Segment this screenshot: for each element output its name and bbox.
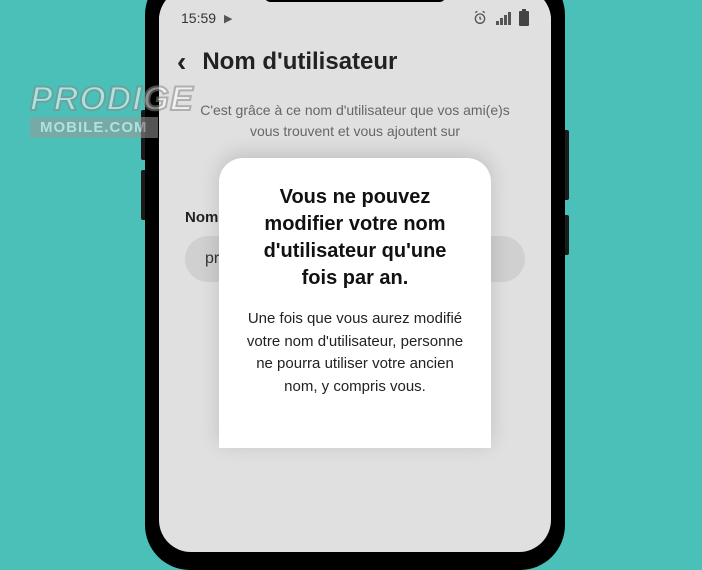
status-time: 15:59 (181, 10, 216, 26)
watermark-brand: PRODIGE (30, 80, 194, 119)
play-store-icon: ▶ (224, 12, 232, 25)
page-title: Nom d'utilisateur (202, 48, 397, 76)
modal-title: Vous ne pouvez modifier votre nom d'util… (245, 184, 465, 292)
signal-icon (496, 12, 511, 25)
phone-notch (265, 0, 445, 2)
info-line-1: C'est grâce à ce nom d'utilisateur que v… (185, 100, 525, 142)
power-button (565, 130, 569, 200)
battery-icon (519, 11, 529, 26)
watermark: PRODIGE MOBILE.COM (30, 80, 194, 138)
modal-body: Une fois que vous aurez modifié votre no… (245, 308, 465, 398)
phone-frame: 15:59 ▶ ‹ Nom d'utilisateur C'est grâce (145, 0, 565, 570)
back-button[interactable]: ‹ (177, 46, 186, 78)
volume-down-button (141, 170, 145, 220)
status-bar: 15:59 ▶ (159, 0, 551, 34)
watermark-domain: MOBILE.COM (30, 117, 158, 138)
alarm-icon (472, 10, 488, 26)
page-header: ‹ Nom d'utilisateur (159, 34, 551, 90)
phone-screen: 15:59 ▶ ‹ Nom d'utilisateur C'est grâce (159, 0, 551, 552)
confirmation-modal: Vous ne pouvez modifier votre nom d'util… (219, 158, 491, 448)
side-button (565, 215, 569, 255)
